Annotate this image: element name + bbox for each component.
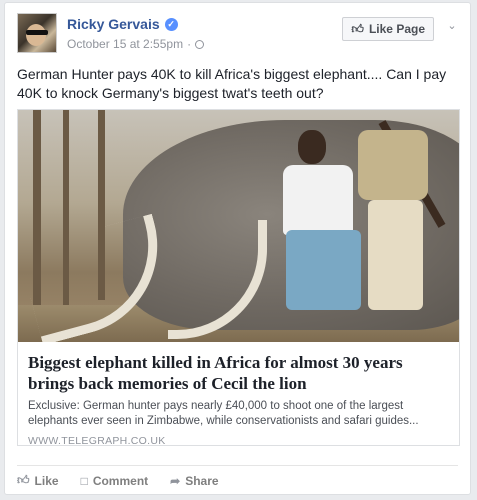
hunter-legs (368, 200, 423, 310)
guide-head (298, 130, 326, 164)
comment-label: Comment (92, 473, 149, 488)
post-header: Ricky Gervais ✓ October 15 at 2:55pm · 👍… (17, 13, 460, 57)
post-text: German Hunter pays 40K to kill Africa's … (17, 66, 447, 101)
hunter-figure (358, 130, 428, 200)
like-label: Like (34, 473, 59, 488)
share-arrow-icon: ➦ (170, 473, 181, 488)
avatar-glasses (26, 30, 48, 35)
link-preview-image[interactable] (18, 110, 459, 342)
post-actions: 👍︎ Like □ Comment ➦ Share (17, 473, 219, 488)
comment-button[interactable]: □ Comment (81, 473, 149, 488)
like-button[interactable]: 👍︎ Like (17, 473, 59, 488)
avatar[interactable] (17, 13, 57, 53)
avatar-face (26, 24, 46, 46)
share-label: Share (185, 473, 219, 488)
like-page-label: Like Page (368, 22, 425, 36)
verified-badge-icon: ✓ (164, 17, 178, 31)
post-timestamp[interactable]: October 15 at 2:55pm (67, 37, 183, 51)
meta-separator: · (187, 37, 192, 51)
post-card: Ricky Gervais ✓ October 15 at 2:55pm · 👍… (4, 2, 471, 495)
share-button[interactable]: ➦ Share (170, 473, 218, 488)
thumbs-up-icon: 👍︎ (351, 21, 364, 36)
author-row: Ricky Gervais ✓ (67, 16, 178, 32)
link-preview-body[interactable]: Biggest elephant killed in Africa for al… (18, 342, 459, 445)
link-preview-description: Exclusive: German hunter pays nearly £40… (28, 400, 419, 427)
post-meta: October 15 at 2:55pm · (67, 37, 205, 51)
guide-figure (283, 165, 353, 235)
link-preview[interactable]: Biggest elephant killed in Africa for al… (17, 109, 460, 446)
like-page-button[interactable]: 👍︎ Like Page (342, 17, 434, 41)
chevron-down-icon[interactable]: ⌄ (446, 19, 458, 32)
thumbs-up-icon: 👍︎ (17, 473, 30, 487)
link-preview-title[interactable]: Biggest elephant killed in Africa for al… (28, 352, 448, 394)
guide-legs (286, 230, 361, 310)
link-preview-domain: WWW.TELEGRAPH.CO.UK (28, 435, 166, 446)
globe-icon[interactable] (195, 39, 205, 49)
speech-bubble-icon: □ (80, 473, 88, 488)
author-name[interactable]: Ricky Gervais (67, 16, 160, 32)
actions-divider (17, 465, 458, 466)
